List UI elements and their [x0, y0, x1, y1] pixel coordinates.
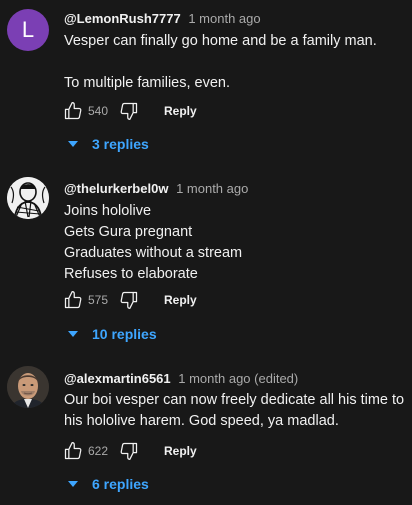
- view-replies-button[interactable]: 10 replies: [68, 322, 157, 346]
- comment-time[interactable]: 1 month ago: [176, 181, 248, 196]
- like-count: 540: [88, 104, 109, 118]
- thumbs-down-icon[interactable]: [118, 289, 140, 311]
- comment-author[interactable]: @thelurkerbel0w: [64, 181, 168, 196]
- caret-down-icon: [68, 479, 78, 489]
- comment-author[interactable]: @LemonRush7777: [64, 11, 181, 26]
- comment-time[interactable]: 1 month ago (edited): [178, 371, 298, 386]
- comment-header: @LemonRush7777 1 month ago: [64, 11, 261, 26]
- caret-down-icon: [68, 329, 78, 339]
- reply-button[interactable]: Reply: [164, 444, 197, 458]
- comment-text: Vesper can finally go home and be a fami…: [64, 31, 404, 94]
- comment-actions: 540 Reply: [62, 99, 197, 123]
- avatar-letter: L: [21, 17, 35, 42]
- comment-author[interactable]: @alexmartin6561: [64, 371, 171, 386]
- comment-line: Graduates without a stream: [64, 245, 243, 261]
- view-replies-button[interactable]: 6 replies: [68, 472, 149, 496]
- avatar[interactable]: L: [7, 9, 49, 51]
- comment-actions: 622 Reply: [62, 439, 197, 463]
- replies-count: 6 replies: [92, 476, 149, 492]
- like-count: 575: [88, 293, 109, 307]
- avatar[interactable]: [7, 366, 49, 408]
- thumbs-down-icon[interactable]: [118, 100, 140, 122]
- comment-text: Our boi vesper can now freely dedicate a…: [64, 390, 404, 432]
- like-count: 622: [88, 444, 109, 458]
- comment-line: Gets Gura pregnant: [64, 224, 193, 240]
- comment-actions: 575 Reply: [62, 288, 197, 312]
- comment-time[interactable]: 1 month ago: [188, 11, 260, 26]
- comment-line: Vesper can finally go home and be a fami…: [64, 33, 377, 49]
- replies-count: 10 replies: [92, 326, 157, 342]
- thumbs-up-icon[interactable]: [62, 289, 84, 311]
- avatar[interactable]: [7, 177, 49, 219]
- comment-line: [64, 52, 404, 73]
- comment-line: Refuses to elaborate: [64, 266, 198, 282]
- thumbs-down-icon[interactable]: [118, 440, 140, 462]
- comment-line: his hololive harem. God speed, ya madlad…: [64, 413, 339, 429]
- thumbs-up-icon[interactable]: [62, 100, 84, 122]
- comment-header: @thelurkerbel0w 1 month ago: [64, 181, 248, 196]
- comment-text: Joins hololive Gets Gura pregnant Gradua…: [64, 201, 404, 285]
- comment-header: @alexmartin6561 1 month ago (edited): [64, 371, 298, 386]
- comment-line: Our boi vesper can now freely dedicate a…: [64, 392, 405, 408]
- comment-line: Joins hololive: [64, 203, 152, 219]
- view-replies-button[interactable]: 3 replies: [68, 132, 149, 156]
- replies-count: 3 replies: [92, 136, 149, 152]
- caret-down-icon: [68, 139, 78, 149]
- comment-line: To multiple families, even.: [64, 75, 231, 91]
- reply-button[interactable]: Reply: [164, 293, 197, 307]
- thumbs-up-icon[interactable]: [62, 440, 84, 462]
- reply-button[interactable]: Reply: [164, 104, 197, 118]
